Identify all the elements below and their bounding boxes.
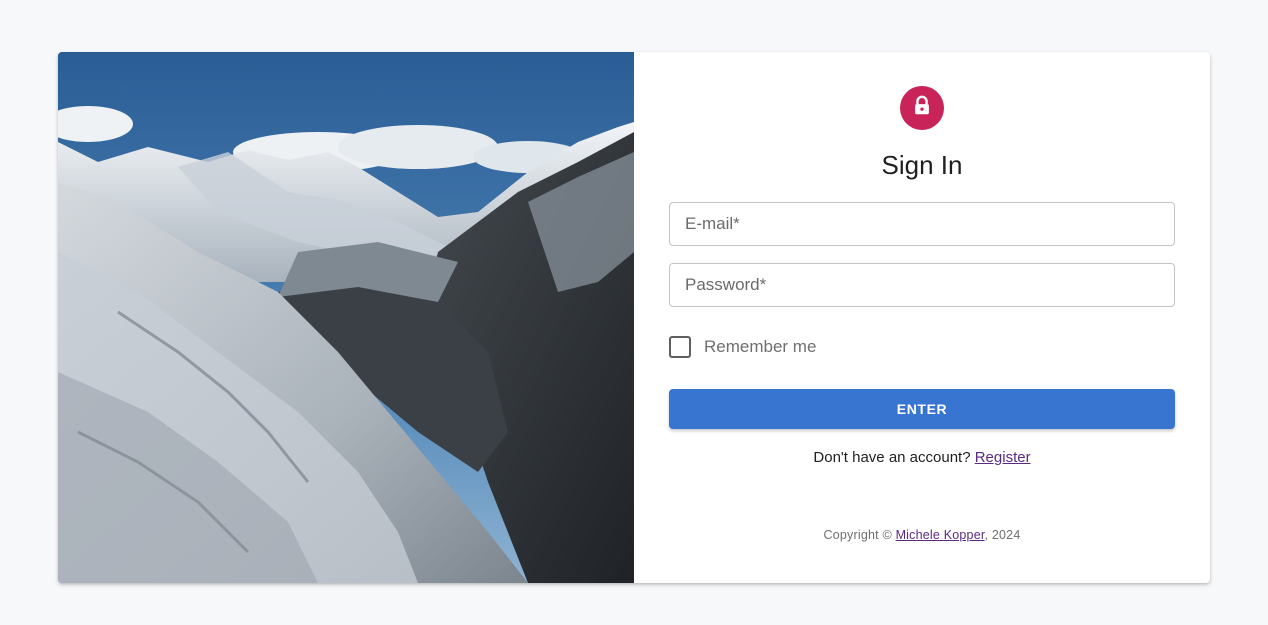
copyright-prefix: Copyright ©: [823, 528, 896, 542]
remember-me-toggle[interactable]: Remember me: [669, 336, 816, 358]
page-title: Sign In: [881, 150, 963, 180]
sign-in-panel: Sign In Remember me ENTER Don't have an …: [634, 52, 1210, 583]
email-field[interactable]: [669, 202, 1175, 246]
lock-icon: [911, 95, 933, 122]
author-link[interactable]: Michele Kopper: [896, 528, 985, 542]
password-field[interactable]: [669, 263, 1175, 307]
register-prompt-text: Don't have an account?: [813, 449, 975, 466]
enter-button[interactable]: ENTER: [669, 389, 1175, 429]
mountain-landscape-image: [58, 52, 634, 583]
lock-badge: [900, 86, 944, 130]
copyright-footer: Copyright © Michele Kopper, 2024: [634, 528, 1210, 542]
login-card: Sign In Remember me ENTER Don't have an …: [58, 52, 1210, 583]
register-link[interactable]: Register: [975, 449, 1031, 466]
copyright-year: , 2024: [984, 528, 1021, 542]
register-prompt-line: Don't have an account? Register: [634, 449, 1210, 466]
remember-me-checkbox[interactable]: [669, 336, 691, 358]
remember-me-label: Remember me: [704, 337, 817, 356]
